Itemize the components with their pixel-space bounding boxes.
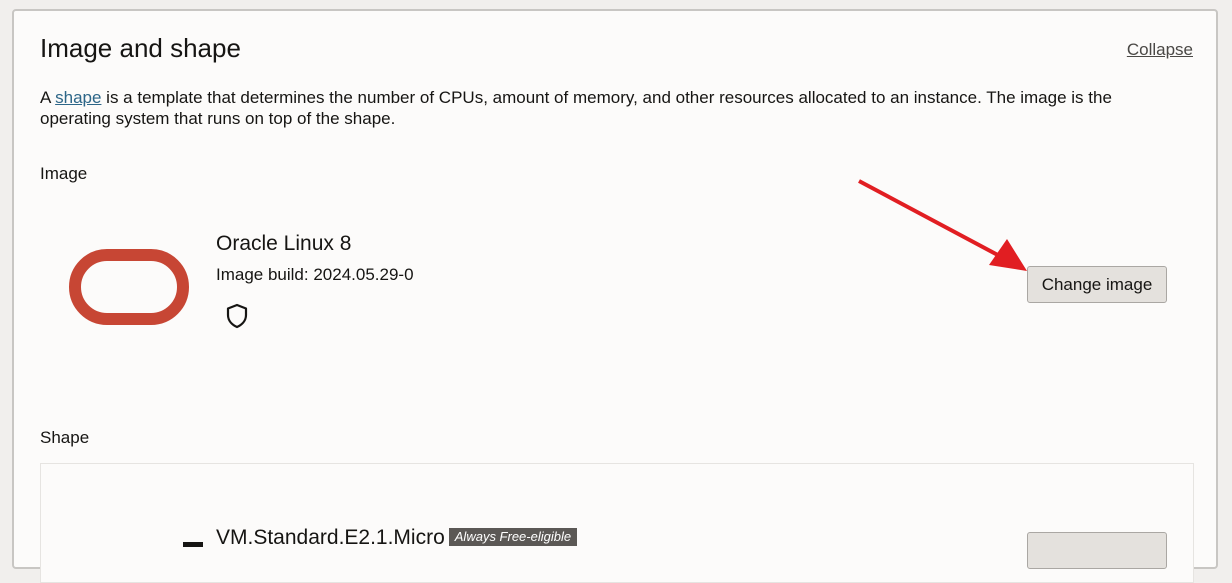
- shape-label: Shape: [40, 428, 90, 447]
- section-description: A shape is a template that determines th…: [40, 87, 1180, 129]
- shape-name-row: VM.Standard.E2.1.Micro Always Free-eligib…: [216, 526, 578, 550]
- image-label: Image: [40, 164, 88, 183]
- description-prefix: A: [40, 88, 56, 107]
- shape-help-link[interactable]: shape: [55, 88, 101, 107]
- collapse-link[interactable]: Collapse: [1127, 40, 1193, 60]
- image-name: Oracle Linux 8: [216, 232, 352, 255]
- section-title: Image and shape: [40, 33, 241, 63]
- description-suffix: is a template that determines the number…: [40, 88, 1112, 128]
- shape-card: VM.Standard.E2.1.Micro Always Free-eligib…: [40, 463, 1194, 583]
- shape-name: VM.Standard.E2.1.Micro: [216, 526, 445, 549]
- amd-logo-icon: [183, 542, 203, 547]
- oracle-logo-icon: [69, 249, 189, 325]
- annotation-arrow: [858, 179, 1027, 271]
- image-and-shape-panel: Image and shape Collapse A shape is a te…: [12, 9, 1218, 583]
- change-shape-button[interactable]: [1027, 532, 1167, 569]
- change-image-button[interactable]: Change image: [1027, 266, 1167, 303]
- free-eligible-badge: Always Free-eligible: [448, 528, 578, 546]
- image-build: Image build: 2024.05.29-0: [216, 265, 414, 284]
- shield-icon: [226, 303, 248, 329]
